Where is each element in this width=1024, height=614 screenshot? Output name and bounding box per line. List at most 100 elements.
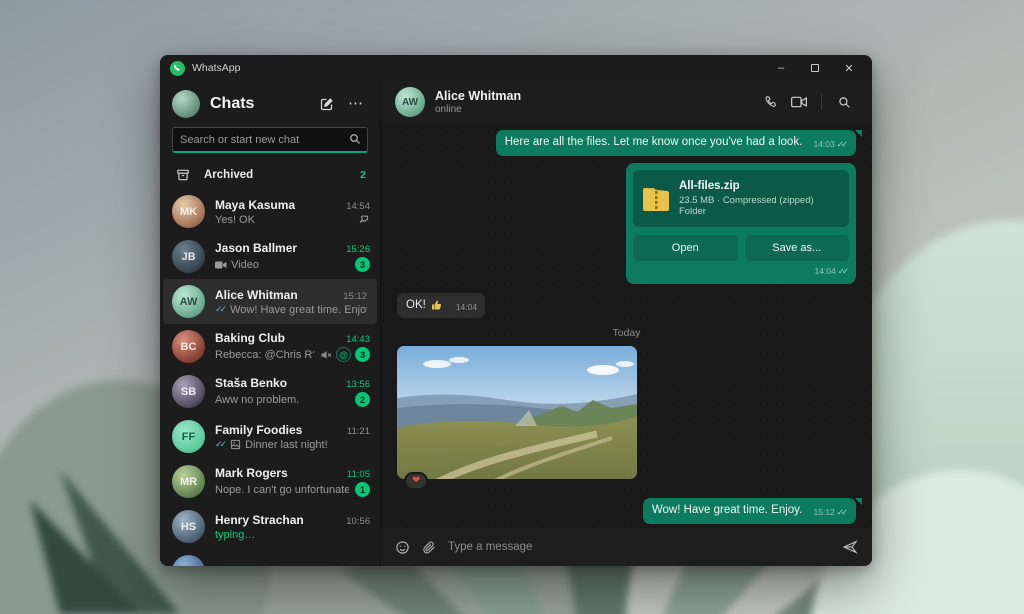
message-text: Wow! Have great time. Enjoy. (651, 504, 803, 517)
my-avatar[interactable] (172, 90, 200, 118)
chat-time: 11:21 (346, 425, 370, 437)
menu-dots-icon: ⋯ (348, 95, 364, 112)
search-icon (349, 133, 361, 148)
read-receipt-icon: ✓✓ (836, 507, 848, 518)
chat-time: 13:56 (346, 379, 370, 390)
emoji-button[interactable] (395, 540, 410, 555)
chat-name: Maya Kasuma (215, 197, 296, 212)
chat-row-jason[interactable]: JB Jason Ballmer 15:26 Video 3 (160, 234, 380, 279)
unread-badge: 3 (355, 257, 370, 272)
window-title: WhatsApp (192, 62, 241, 74)
close-button[interactable]: ✕ (832, 57, 866, 79)
outgoing-message[interactable]: Here are all the files. Let me know once… (495, 130, 863, 156)
read-receipt-icon: ✓✓ (215, 439, 227, 449)
archived-label: Archived (204, 169, 254, 181)
message-time: 15:12 (813, 507, 835, 518)
contact-status: online (435, 104, 462, 115)
chat-name: Jason Ballmer (215, 241, 298, 255)
chat-time: 10:56 (346, 515, 370, 527)
whatsapp-window: WhatsApp – ✕ Chats ⋯ Arc (160, 55, 872, 566)
chat-time: 15:26 (346, 244, 370, 255)
chat-row-henry[interactable]: HS Henry Strachan 10:56 typing… (160, 504, 380, 549)
video-call-button[interactable] (785, 89, 813, 115)
chat-preview: ✓✓ Dinner last night! (215, 438, 328, 451)
chat-row-maya[interactable]: MK Maya Kasuma 14:54 Yes! OK (160, 189, 380, 234)
chat-list: MK Maya Kasuma 14:54 Yes! OK JB Jason Bal… (160, 189, 380, 566)
avatar: DJ (172, 555, 205, 566)
conversation-header[interactable]: AW Alice Whitman online (381, 81, 872, 123)
avatar: MK (172, 195, 205, 228)
maximize-icon (811, 64, 819, 72)
muted-icon (321, 350, 332, 359)
maximize-button[interactable] (798, 57, 832, 79)
message-time: 14:03 (813, 139, 835, 149)
chat-name: Baking Club (215, 331, 286, 345)
outgoing-message[interactable]: Wow! Have great time. Enjoy. 15:12 ✓✓ (642, 498, 863, 524)
chat-name: Family Foodies (215, 422, 303, 437)
chat-row-alice[interactable]: AW Alice Whitman 15:12 ✓✓ Wow! Have great… (163, 279, 377, 324)
photo-message[interactable]: So beautiful here! 15:06 (397, 346, 637, 480)
avatar: FF (172, 420, 205, 453)
new-chat-button[interactable] (314, 92, 338, 116)
avatar: BC (172, 330, 205, 363)
chat-name: Staša Benko (215, 376, 288, 390)
typing-indicator: typing… (215, 528, 256, 541)
menu-button[interactable]: ⋯ (344, 92, 368, 116)
message-time: 14:04 (814, 266, 836, 277)
chat-row-dawn[interactable]: DJ Dawn Jones8:32 (160, 549, 380, 566)
attach-file-button[interactable] (422, 540, 436, 554)
chat-time: 14:43 (346, 334, 370, 345)
heart-icon: ❤ (412, 475, 421, 487)
avatar: MR (172, 465, 205, 498)
chat-row-family-foodies[interactable]: FF Family Foodies 11:21 ✓✓ Dinner last ni… (160, 414, 380, 459)
chats-title: Chats (210, 95, 255, 112)
header-divider (821, 94, 822, 110)
file-card[interactable]: All-files.zip 23.5 MB · Compressed (zipp… (633, 169, 849, 227)
unread-badge: 3 (355, 347, 370, 362)
voice-call-button[interactable] (757, 89, 785, 115)
file-attachment-message[interactable]: All-files.zip 23.5 MB · Compressed (zipp… (626, 162, 856, 284)
chat-row-stasa[interactable]: SB Staša Benko 13:56 Aww no problem. 2 (160, 369, 380, 414)
chat-sidebar: Chats ⋯ Archived 2 MK (160, 81, 380, 566)
photo-icon (231, 439, 241, 450)
date-divider: Today (612, 327, 641, 340)
avatar: SB (172, 375, 205, 408)
message-input[interactable] (448, 541, 830, 553)
chat-name: Alice Whitman (215, 287, 298, 302)
read-receipt-icon: ✓✓ (837, 265, 849, 276)
chat-name: Henry Strachan (215, 512, 304, 527)
message-text: Here are all the files. Let me know once… (504, 136, 803, 148)
unread-badge: 1 (355, 482, 370, 497)
file-name: All-files.zip (679, 179, 740, 192)
read-receipt-icon: ✓✓ (215, 304, 227, 314)
chat-name: Dawn Jones (215, 565, 346, 567)
file-meta: 23.5 MB · Compressed (zipped) Folder (679, 194, 814, 217)
chat-time: 14:54 (346, 200, 370, 212)
thumbs-up-icon (431, 300, 441, 310)
chat-preview: ✓✓ Wow! Have great time. Enjoy. (215, 303, 367, 316)
archived-chats-row[interactable]: Archived 2 (160, 161, 380, 189)
conversation-pane: AW Alice Whitman online Here are all the… (380, 81, 872, 566)
send-button[interactable] (842, 539, 858, 555)
message-list[interactable]: Here are all the files. Let me know once… (381, 123, 872, 528)
search-conversation-button[interactable] (830, 89, 858, 115)
open-file-button[interactable]: Open (633, 234, 738, 261)
chat-preview: Rebecca: @Chris R? (215, 348, 314, 361)
search-input[interactable] (172, 127, 368, 153)
avatar: HS (172, 510, 205, 543)
message-text: OK! (406, 298, 426, 311)
avatar: JB (172, 240, 205, 273)
contact-name: Alice Whitman (435, 89, 522, 103)
save-as-button[interactable]: Save as... (744, 234, 849, 261)
mention-badge: @ (336, 347, 351, 362)
chat-preview: Aww no problem. (215, 393, 300, 406)
read-receipt-icon: ✓✓ (836, 139, 848, 149)
minimize-button[interactable]: – (764, 57, 798, 79)
chat-row-mark[interactable]: MR Mark Rogers 11:05 Nope. I can't go unf… (160, 459, 380, 504)
heart-reaction[interactable]: ❤ (404, 472, 429, 491)
incoming-message[interactable]: OK! 14:04 (397, 292, 486, 319)
contact-avatar[interactable]: AW (395, 87, 425, 117)
chat-row-baking-club[interactable]: BC Baking Club 14:43 Rebecca: @Chris R? @… (160, 324, 380, 369)
window-titlebar[interactable]: WhatsApp – ✕ (160, 55, 872, 81)
zip-file-icon (643, 188, 669, 212)
